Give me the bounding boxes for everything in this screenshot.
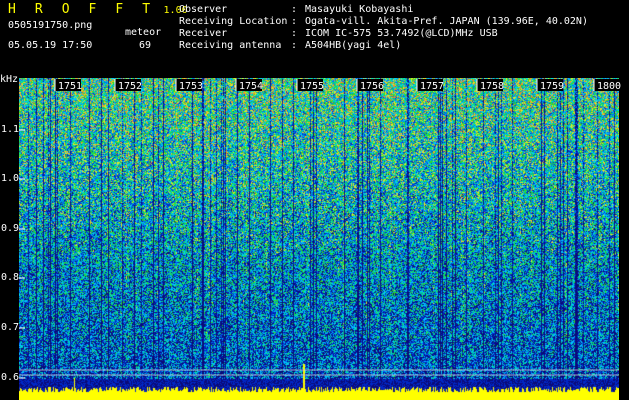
y-tick-label: 1.1	[1, 124, 20, 135]
spectrogram-waterfall	[19, 78, 619, 400]
observation-datetime: 05.05.19 17:50	[8, 40, 93, 51]
info-value-receiver: ICOM IC-575 53.7492(@LCD)MHz USB	[305, 28, 498, 39]
info-label-receiver: Receiver	[179, 28, 228, 39]
event-type-label: meteor	[125, 27, 162, 38]
info-colon: :	[291, 16, 298, 27]
y-tick-label: 0.9	[1, 223, 20, 234]
y-tick-label: 1.0	[1, 173, 20, 184]
info-value-observer: Masayuki Kobayashi	[305, 4, 414, 15]
y-tick-label: 0.8	[1, 272, 20, 283]
event-count: 69	[139, 40, 152, 51]
info-colon: :	[291, 4, 298, 15]
info-label-location: Receiving Location	[179, 16, 288, 27]
app-title: H R O F F T 1.00	[8, 3, 188, 16]
info-label-observer: Observer	[179, 4, 228, 15]
info-value-location: Ogata-vill. Akita-Pref. JAPAN (139.96E, …	[305, 16, 588, 27]
y-tick-label: 0.7	[1, 322, 20, 333]
info-value-antenna: A504HB(yagi 4el)	[305, 40, 402, 51]
info-colon: :	[291, 28, 298, 39]
y-tick-label: 0.6	[1, 372, 20, 383]
info-colon: :	[291, 40, 298, 51]
app-name: H R O F F T	[8, 2, 156, 17]
info-label-antenna: Receiving antenna	[179, 40, 282, 51]
image-filename: 0505191750.png	[8, 20, 93, 31]
frequency-unit-label: kHz	[0, 74, 19, 85]
